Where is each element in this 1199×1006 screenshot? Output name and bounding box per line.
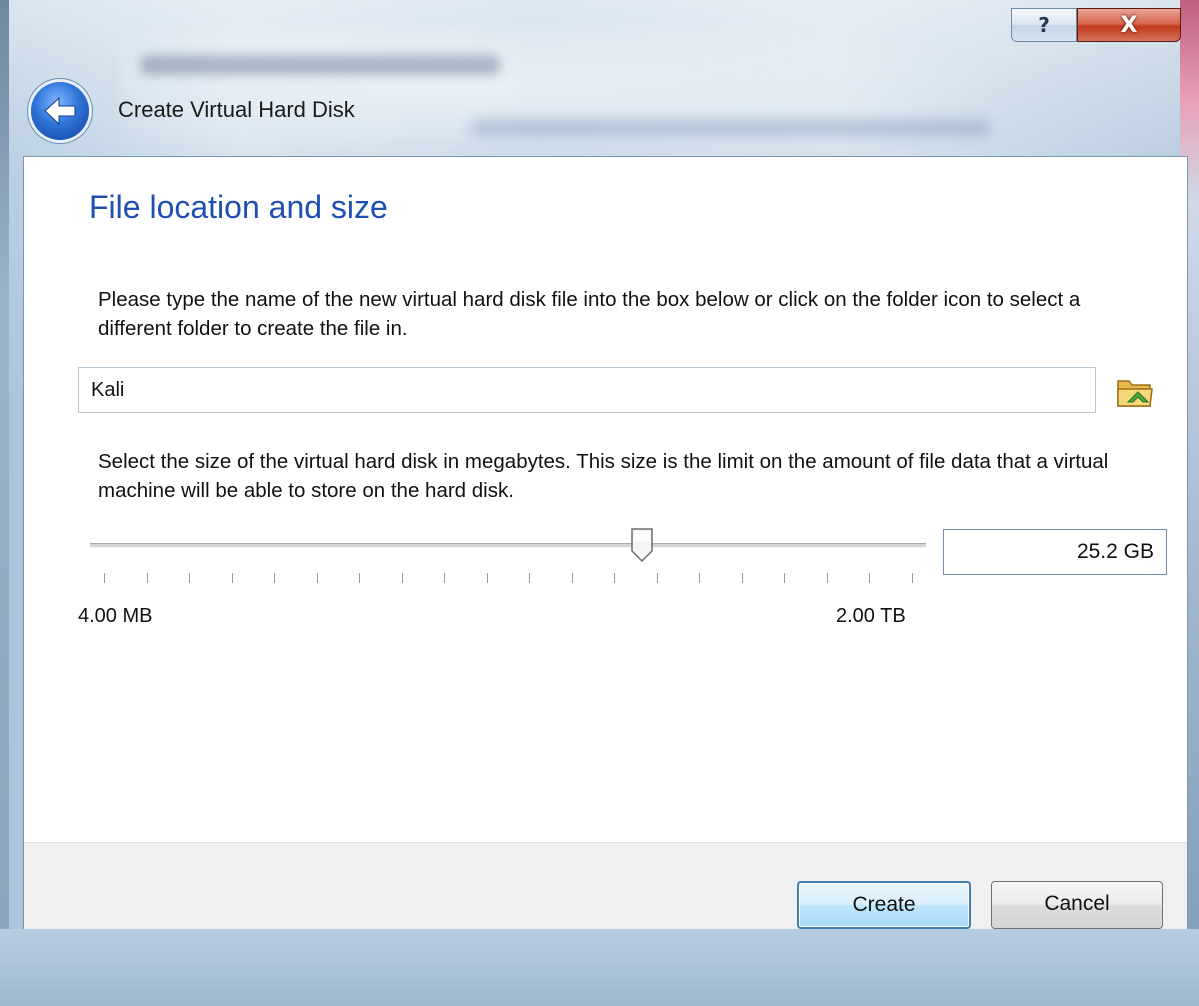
slider-tick xyxy=(444,573,445,583)
window-left-edge xyxy=(0,0,9,1006)
size-slider-thumb[interactable] xyxy=(630,527,654,563)
slider-tick xyxy=(529,573,530,583)
close-icon: X xyxy=(1120,12,1138,38)
slider-tick xyxy=(232,573,233,583)
slider-tick xyxy=(657,573,658,583)
create-button[interactable]: Create xyxy=(797,881,971,929)
slider-tick xyxy=(317,573,318,583)
slider-tick xyxy=(784,573,785,583)
page-heading: File location and size xyxy=(89,189,388,225)
size-description: Select the size of the virtual hard disk… xyxy=(98,450,1109,502)
dialog-title: Create Virtual Hard Disk xyxy=(118,97,355,122)
slider-tick xyxy=(614,573,615,583)
slider-max-label: 2.00 TB xyxy=(836,605,906,627)
glass-blur xyxy=(140,55,500,75)
location-description: Please type the name of the new virtual … xyxy=(98,288,1081,340)
slider-tick xyxy=(572,573,573,583)
slider-tick xyxy=(189,573,190,583)
slider-tick xyxy=(742,573,743,583)
window-bottom-edge xyxy=(0,929,1199,1006)
back-arrow-icon xyxy=(44,96,76,126)
slider-tick xyxy=(402,573,403,583)
slider-ticks xyxy=(90,573,926,587)
slider-tick xyxy=(104,573,105,583)
file-name-input[interactable]: Kali xyxy=(78,367,1096,413)
folder-icon xyxy=(1117,380,1153,407)
slider-tick xyxy=(147,573,148,583)
help-button[interactable]: ? xyxy=(1011,8,1077,42)
slider-tick xyxy=(274,573,275,583)
slider-tick xyxy=(487,573,488,583)
size-value-input[interactable]: 25.2 GB xyxy=(943,529,1167,575)
slider-tick xyxy=(912,573,913,583)
slider-tick xyxy=(827,573,828,583)
slider-min-label: 4.00 MB xyxy=(78,605,153,627)
slider-tick xyxy=(699,573,700,583)
content-panel: File location and size Please type the n… xyxy=(23,156,1188,929)
button-bar: Create Cancel xyxy=(24,842,1187,929)
slider-tick xyxy=(869,573,870,583)
choose-folder-button[interactable] xyxy=(1115,373,1155,411)
slider-tick xyxy=(359,573,360,583)
cancel-button[interactable]: Cancel xyxy=(991,881,1163,929)
glass-blur xyxy=(470,120,990,136)
help-icon: ? xyxy=(1038,13,1050,37)
size-slider[interactable] xyxy=(90,543,926,548)
back-button[interactable] xyxy=(31,82,89,140)
close-button[interactable]: X xyxy=(1077,8,1181,42)
